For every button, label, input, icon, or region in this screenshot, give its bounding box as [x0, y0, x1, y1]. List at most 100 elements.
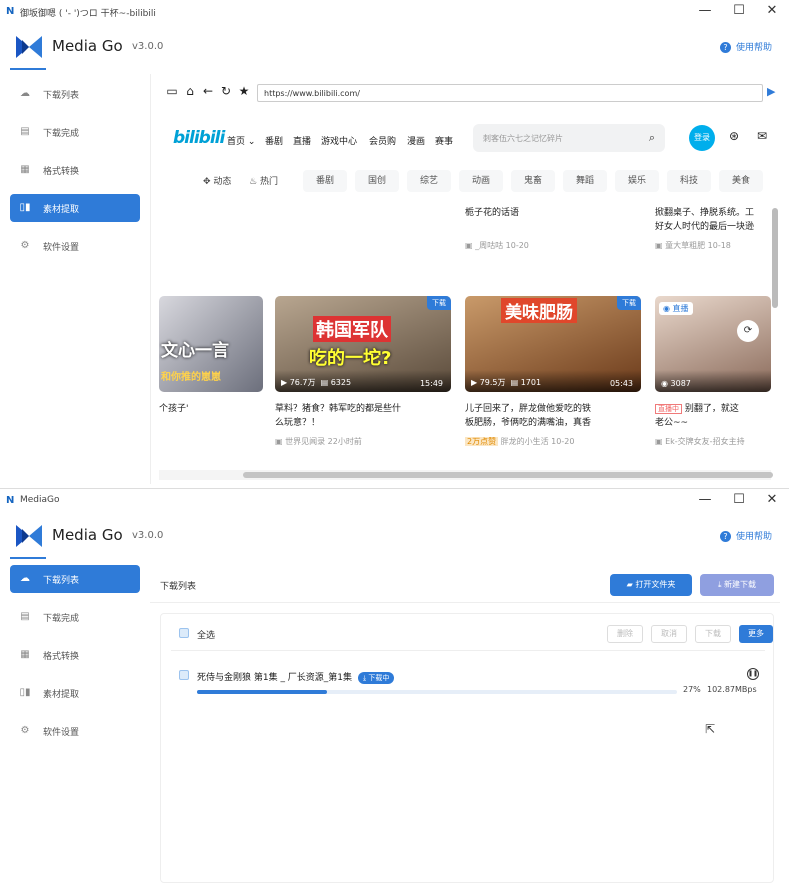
search-icon[interactable]: ⌕: [649, 131, 655, 145]
home-icon[interactable]: ⌂: [183, 84, 197, 98]
scroll-thumb[interactable]: [772, 208, 778, 308]
help-link[interactable]: ? 使用帮助: [719, 40, 772, 53]
login-button[interactable]: 登录: [689, 125, 715, 151]
download-tag[interactable]: 下载: [617, 296, 641, 310]
sidebar-item-format-convert[interactable]: ▦ 格式转换: [10, 641, 140, 669]
sidebar-item-settings[interactable]: ⚙ 软件设置: [10, 232, 140, 260]
window-title: MediaGo: [20, 495, 60, 505]
close-button[interactable]: ✕: [762, 492, 782, 507]
horizontal-scrollbar[interactable]: [159, 470, 773, 480]
pause-icon[interactable]: ❚❚: [747, 668, 759, 680]
sidebar-item-download-list[interactable]: ☁ 下载列表: [10, 80, 140, 108]
cancel-button[interactable]: 取消: [651, 625, 687, 643]
video-meta: ▣ 世界见闻录 22小时前: [275, 437, 362, 446]
new-download-button[interactable]: ⤓ 新建下载: [700, 574, 774, 596]
sidebar-item-material-extract[interactable]: ▯▮ 素材提取: [10, 679, 140, 707]
help-link[interactable]: ? 使用帮助: [719, 529, 772, 542]
live-card-thumb[interactable]: ◉ 直播 ⟳ ◉ 3087: [655, 296, 771, 392]
convert-icon: ▦: [20, 649, 30, 660]
thumb-overlay-subtext: 和你推的崽崽: [161, 372, 221, 383]
delete-button[interactable]: 删除: [607, 625, 643, 643]
bili-nav-live[interactable]: 直播: [293, 134, 311, 147]
bili-nav-shop[interactable]: 会员购: [369, 134, 396, 147]
video-title[interactable]: 草料？猪食？韩军吃的都是些什 么玩意？！: [275, 402, 451, 430]
feed-title[interactable]: 掀翻桌子、挣脱系统。工 好女人时代的最后一块逊: [655, 206, 771, 234]
category-item[interactable]: 动画: [459, 170, 503, 192]
sidebar-item-download-list[interactable]: ☁ 下载列表: [10, 565, 140, 593]
select-all-checkbox[interactable]: [179, 628, 189, 638]
sidebar-item-label: 软件设置: [43, 242, 80, 253]
video-title[interactable]: 儿子回来了，胖龙做他爱吃的铁 板肥肠，爷俩吃的满嘴油，真香: [465, 402, 641, 430]
minimize-button[interactable]: —: [695, 492, 715, 507]
maximize-button[interactable]: ☐: [729, 3, 749, 18]
bilibili-logo[interactable]: bilibili: [173, 128, 225, 148]
select-all-label: 全选: [197, 631, 216, 641]
video-meta-text: 胖龙的小生活 10-20: [500, 437, 575, 446]
sidebar-item-download-done[interactable]: ▤ 下载完成: [10, 118, 140, 146]
dynamic-link[interactable]: ✥ 动态: [203, 174, 231, 187]
bili-nav-bangumi[interactable]: 番剧: [265, 134, 283, 147]
category-item[interactable]: 综艺: [407, 170, 451, 192]
download-list: 全选 删除 取消 下载 更多 死侍与金刚狼 第1集 _ 厂长资源_第1集 ⤓ 下载…: [160, 613, 774, 883]
sidebar-item-label: 格式转换: [43, 166, 80, 177]
close-button[interactable]: ✕: [762, 3, 782, 18]
sidebar-item-format-convert[interactable]: ▦ 格式转换: [10, 156, 140, 184]
title-bar: N MediaGo — ☐ ✕: [0, 489, 789, 513]
video-card-thumb[interactable]: 美味肥肠 下载 ▶ 79.5万 ▤ 1701 05:43: [465, 296, 641, 392]
feed-meta: ▣ _周咕咕 10-20: [465, 241, 529, 250]
hot-link[interactable]: ♨ 热门: [249, 174, 278, 187]
message-icon[interactable]: ✉: [757, 129, 767, 143]
refresh-icon[interactable]: ↻: [219, 84, 233, 98]
item-title[interactable]: 死侍与金刚狼 第1集 _ 厂长资源_第1集 ⤓ 下载中: [197, 670, 395, 684]
category-item[interactable]: 舞蹈: [563, 170, 607, 192]
bilibili-header: bilibili 首页 ⌄ 番剧 直播 游戏中心 会员购 漫画 赛事 刺客伍六七…: [159, 118, 771, 158]
video-card-thumb[interactable]: 韩国军队 吃的一坨? 下载 ▶ 76.7万 ▤ 6325 15:49: [275, 296, 451, 392]
sidebar-item-download-done[interactable]: ▤ 下载完成: [10, 603, 140, 631]
download-tag[interactable]: 下载: [427, 296, 451, 310]
feed-title[interactable]: 栀子花的话语: [465, 206, 519, 220]
more-button[interactable]: 更多: [739, 625, 773, 643]
download-panel: 下载列表 ▰ 打开文件夹 ⤓ 新建下载 全选 删除 取消 下载 更多 死侍与金刚…: [150, 563, 780, 893]
replay-icon[interactable]: ⟳: [737, 320, 759, 342]
sidebar-item-label: 软件设置: [43, 727, 80, 738]
desktop-icon[interactable]: ▭: [165, 84, 179, 98]
app-version: v3.0.0: [132, 41, 164, 52]
star-icon[interactable]: ★: [237, 84, 251, 98]
category-item[interactable]: 国创: [355, 170, 399, 192]
bili-search-input[interactable]: 刺客伍六七之记忆碎片 ⌕: [473, 124, 665, 152]
minimize-button[interactable]: —: [695, 3, 715, 18]
vertical-scrollbar[interactable]: [771, 200, 779, 470]
video-title[interactable]: 个孩子': [159, 402, 188, 416]
status-badge-label: 下载中: [368, 674, 390, 682]
browser-toolbar: ▭ ⌂ ← ↻ ★ https://www.bilibili.com/ ▶: [159, 82, 779, 102]
bili-nav-game[interactable]: 游戏中心: [321, 134, 357, 147]
scroll-thumb[interactable]: [243, 472, 773, 478]
bili-nav-match[interactable]: 赛事: [435, 134, 453, 147]
sidebar-item-settings[interactable]: ⚙ 软件设置: [10, 717, 140, 745]
gear-icon: ⚙: [20, 725, 30, 736]
category-item[interactable]: 番剧: [303, 170, 347, 192]
open-folder-button[interactable]: ▰ 打开文件夹: [610, 574, 692, 596]
badge-icon[interactable]: ⊛: [729, 129, 739, 143]
thumb-overlay-text: 韩国军队: [313, 316, 391, 342]
bili-nav-home[interactable]: 首页 ⌄: [227, 134, 255, 147]
video-title[interactable]: 直播中 别翻了，就这 老公~~: [655, 402, 771, 430]
maximize-button[interactable]: ☐: [729, 492, 749, 507]
brand-underline: [10, 68, 46, 70]
category-item[interactable]: 科技: [667, 170, 711, 192]
video-card-thumb[interactable]: 文心一言 和你推的崽崽: [159, 296, 263, 392]
live-status-badge: 直播中: [655, 404, 682, 414]
bili-nav-manga[interactable]: 漫画: [407, 134, 425, 147]
category-item[interactable]: 美食: [719, 170, 763, 192]
back-icon[interactable]: ←: [201, 84, 215, 98]
progress-fill: [197, 690, 327, 694]
item-checkbox[interactable]: [179, 670, 189, 680]
feed-meta-text: _周咕咕 10-20: [475, 241, 529, 250]
sidebar-item-material-extract[interactable]: ▯▮ 素材提取: [10, 194, 140, 222]
go-button[interactable]: ▶: [767, 85, 775, 98]
category-item[interactable]: 鬼畜: [511, 170, 555, 192]
help-icon: ?: [719, 42, 731, 53]
download-button[interactable]: 下载: [695, 625, 731, 643]
category-item[interactable]: 娱乐: [615, 170, 659, 192]
url-input[interactable]: https://www.bilibili.com/: [257, 84, 763, 102]
